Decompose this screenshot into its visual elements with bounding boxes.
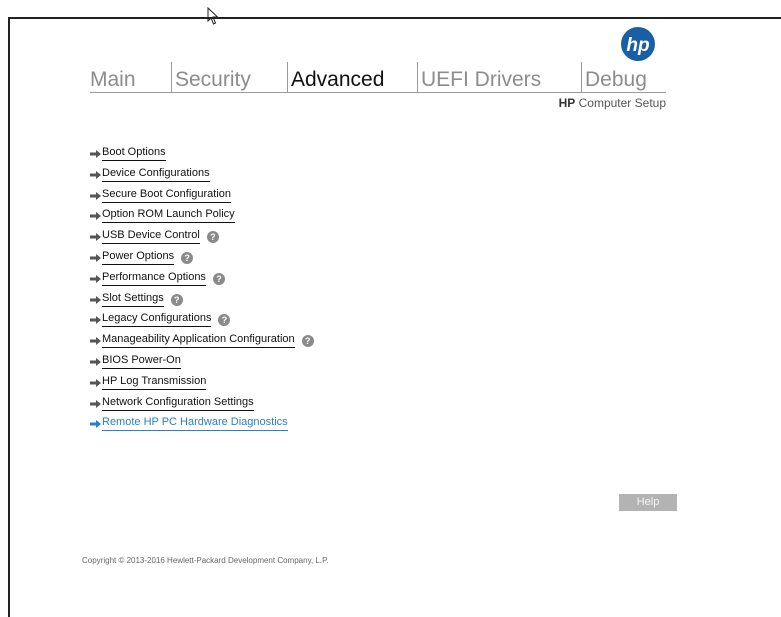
arrow-right-icon (90, 399, 101, 408)
menu-item-label: Remote HP PC Hardware Diagnostics (102, 416, 288, 432)
menu-item-label: Network Configuration Settings (102, 396, 254, 411)
subtitle-brand: HP (558, 96, 576, 110)
arrow-right-icon (90, 191, 101, 200)
menu-item-remote-hp-pc-hardware-diagnostics[interactable]: Remote HP PC Hardware Diagnostics (90, 416, 314, 437)
menu-item-power-options[interactable]: Power Options ? (90, 250, 314, 271)
arrow-right-icon (90, 357, 101, 366)
menu-item-label: Performance Options (102, 271, 206, 286)
question-circle-icon[interactable]: ? (206, 231, 219, 244)
menu-item-slot-settings[interactable]: Slot Settings ? (90, 292, 314, 313)
menu-item-secure-boot-configuration[interactable]: Secure Boot Configuration (90, 188, 314, 209)
arrow-right-icon (90, 337, 101, 346)
menu-item-device-configurations[interactable]: Device Configurations (90, 167, 314, 188)
menu-item-label: Power Options (102, 250, 175, 265)
tab-advanced[interactable]: Advanced (291, 68, 417, 92)
arrow-right-icon (90, 170, 101, 179)
tab-separator (581, 62, 582, 92)
arrow-right-icon (90, 378, 101, 387)
menu-item-label: Manageability Application Configuration (102, 333, 295, 349)
arrow-right-icon (90, 420, 101, 429)
arrow-right-icon (90, 150, 101, 158)
menu-item-option-rom-launch-policy[interactable]: Option ROM Launch Policy (90, 208, 314, 229)
question-circle-icon[interactable]: ? (170, 293, 183, 306)
tab-uefi-drivers[interactable]: UEFI Drivers (421, 68, 581, 92)
menu-item-bios-power-on[interactable]: BIOS Power-On (90, 354, 314, 375)
menu-item-hp-log-transmission[interactable]: HP Log Transmission (90, 375, 314, 396)
tab-separator (417, 62, 418, 92)
menu-item-manageability-application-configuration[interactable]: Manageability Application Configuration … (90, 333, 314, 354)
arrow-right-icon (90, 274, 101, 283)
tab-separator (171, 62, 172, 92)
help-button[interactable]: Help (619, 494, 677, 511)
menu-item-label: Slot Settings (102, 292, 164, 307)
question-circle-icon[interactable]: ? (181, 251, 194, 264)
tab-debug[interactable]: Debug (585, 68, 665, 92)
menu-item-network-configuration-settings[interactable]: Network Configuration Settings (90, 396, 314, 417)
menu-item-label: HP Log Transmission (102, 375, 207, 390)
tab-separator (287, 62, 288, 92)
svg-text:hp: hp (626, 35, 649, 56)
subtitle-text: Computer Setup (575, 96, 666, 110)
menu-item-label: Legacy Configurations (102, 312, 212, 328)
arrow-right-icon (90, 212, 101, 221)
menu-item-usb-device-control[interactable]: USB Device Control ? (90, 229, 314, 250)
menu-item-label: Device Configurations (102, 167, 210, 182)
tab-security[interactable]: Security (175, 68, 287, 92)
question-circle-icon[interactable]: ? (212, 272, 225, 285)
menu-item-label: Option ROM Launch Policy (102, 208, 235, 224)
menu-item-label: Secure Boot Configuration (102, 188, 232, 203)
menu-item-legacy-configurations[interactable]: Legacy Configurations ? (90, 312, 314, 333)
menu-item-label: BIOS Power-On (102, 354, 181, 369)
arrow-right-icon (90, 295, 101, 304)
main-tabs: Main Security Advanced UEFI Drivers Debu… (90, 60, 665, 92)
menu-item-label: USB Device Control (102, 229, 200, 245)
copyright-text: Copyright © 2013-2016 Hewlett-Packard De… (82, 556, 329, 565)
arrow-right-icon (90, 233, 101, 242)
tab-main[interactable]: Main (90, 68, 171, 92)
menu-item-label: Boot Options (102, 146, 166, 161)
question-circle-icon[interactable]: ? (301, 335, 314, 348)
question-circle-icon[interactable]: ? (218, 314, 231, 327)
menu-item-performance-options[interactable]: Performance Options ? (90, 271, 314, 292)
app-subtitle: HP Computer Setup (559, 96, 666, 110)
hp-logo-icon: hp (621, 27, 655, 61)
advanced-menu: Boot Options Device Configurations Secur… (90, 146, 314, 437)
arrow-right-icon (90, 316, 101, 325)
menu-item-boot-options[interactable]: Boot Options (90, 146, 314, 167)
arrow-right-icon (90, 253, 101, 262)
tab-underline (90, 92, 666, 93)
